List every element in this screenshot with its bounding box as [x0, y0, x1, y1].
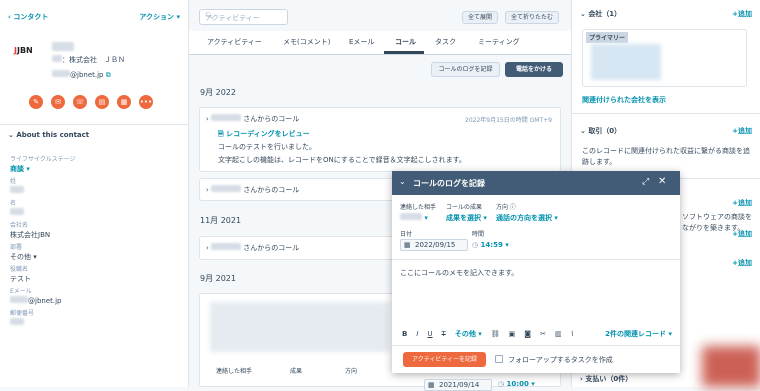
month-header: 9月 2021 — [200, 274, 236, 283]
tab-calls[interactable]: コール — [395, 37, 416, 47]
followup-checkbox[interactable] — [495, 355, 503, 363]
outcome-select[interactable]: 成果を選択 ▾ — [446, 213, 487, 223]
about-contact-section[interactable]: ⌄ About this contact — [8, 131, 89, 139]
dialog-title: コールのログを記録 — [413, 179, 485, 188]
rich-text-toolbar: B I U T その他 ▾ ⛓ ▣ ◙ ✂ ▥ ⌇ 2件の関連レコード ▾ — [402, 329, 672, 339]
add-link[interactable]: +追加 — [732, 198, 752, 208]
tab-activity[interactable]: アクティビティー — [207, 37, 262, 47]
direction-label: 方向 ⓘ — [496, 204, 516, 211]
company-logo: JJBN — [14, 46, 33, 55]
call-card[interactable]: › さんからのコール 2022年9月15日の時間 GMT+9 🗎 レコーディング… — [199, 107, 561, 172]
back-to-contacts-link[interactable]: ‹ コンタクト — [8, 12, 48, 22]
log-call-dialog: ⌄ コールのログを記録 ⤢ ✕ 連絡した相手 ▾ コールの成果 成果を選択 ▾ … — [392, 171, 680, 373]
contact-properties: ライフサイクルステージ 商談 ▾ 姓 名 会社名 株式会社JBN 部署 その他 ▾ 役… — [10, 155, 180, 331]
search-icon: 🔍︎ — [205, 12, 214, 20]
tab-notes[interactable]: メモ(コメント) — [283, 37, 330, 47]
month-header: 11月 2021 — [200, 216, 242, 225]
underline-icon[interactable]: U — [427, 330, 432, 338]
more-formatting-dropdown[interactable]: その他 ▾ — [455, 329, 482, 339]
followup-label: フォローアップするタスクを作成 — [508, 356, 613, 364]
direction-select[interactable]: 通話の方向を選択 ▾ — [496, 213, 558, 223]
add-link[interactable]: +追加 — [732, 258, 752, 268]
attach-icon[interactable]: ⌇ — [571, 330, 574, 338]
close-icon[interactable]: ✕ — [658, 176, 666, 187]
add-company-link[interactable]: +追加 — [732, 9, 752, 19]
company-section[interactable]: ⌄ 会社（1） — [580, 9, 752, 19]
prop-department[interactable]: 部署 その他 ▾ — [10, 243, 180, 265]
note-icon[interactable]: ✎ — [29, 95, 43, 109]
expand-all-button[interactable]: 全て展開 — [462, 11, 499, 24]
activity-tabs: アクティビティー メモ(コメント) Eメール コール タスク ミーティング — [189, 31, 571, 55]
prop-jobtitle[interactable]: 役職名 テスト — [10, 265, 180, 287]
image-icon[interactable]: ▣ — [509, 330, 516, 338]
bold-icon[interactable]: B — [402, 330, 407, 338]
italic-icon[interactable]: I — [416, 330, 418, 338]
contact-company: ：株式会社 ＪＢＮ — [52, 55, 125, 65]
chat-widget[interactable] — [702, 346, 760, 387]
company-card[interactable]: プライマリー — [582, 29, 747, 87]
month-header: 9月 2022 — [200, 88, 236, 97]
contact-select[interactable]: ▾ — [400, 213, 428, 222]
more-icon[interactable]: ••• — [139, 95, 153, 109]
bottom-date-field[interactable]: ▦ 2021/09/14 — [424, 379, 492, 391]
date-field[interactable]: ▦ 2022/09/15 — [400, 239, 468, 251]
prop-lastname[interactable]: 姓 — [10, 177, 180, 199]
review-recording-link[interactable]: 🗎 レコーディングをレビュー — [218, 129, 310, 141]
contact-email[interactable]: @jbnet.jp ⧉ — [52, 70, 111, 80]
log-call-button[interactable]: コールのログを記録 — [431, 62, 500, 77]
prop-email[interactable]: Eメール @jbnet.jp — [10, 287, 180, 309]
link-icon[interactable]: ⛓ — [491, 330, 500, 338]
snippet-icon[interactable]: ✂ — [540, 330, 546, 338]
contact-name-blurred — [52, 42, 74, 51]
meeting-icon[interactable]: ▦ — [117, 95, 131, 109]
time-select[interactable]: ◷ 14:59 ▾ — [472, 241, 509, 249]
contact-sidebar: ‹ コンタクト アクション ▾ JJBN ：株式会社 ＪＢＮ @jbnet.jp… — [0, 0, 189, 387]
calendar-icon: ▦ — [404, 241, 411, 249]
collapse-all-button[interactable]: 全て折りたたむ — [505, 11, 560, 24]
table-icon[interactable]: ▥ — [555, 330, 562, 338]
video-icon[interactable]: ◙ — [524, 330, 531, 338]
collapse-chevron-icon[interactable]: ⌄ — [399, 177, 406, 186]
actions-dropdown[interactable]: アクション ▾ — [139, 12, 180, 22]
prop-lifecycle[interactable]: ライフサイクルステージ 商談 ▾ — [10, 155, 180, 177]
associations-dropdown[interactable]: 2件の関連レコード ▾ — [605, 329, 672, 339]
call-icon[interactable]: ☏ — [73, 95, 87, 109]
prop-firstname[interactable]: 名 — [10, 199, 180, 221]
expand-icon[interactable]: ⤢ — [642, 177, 649, 187]
task-icon[interactable]: ▤ — [95, 95, 109, 109]
prop-company[interactable]: 会社名 株式会社JBN — [10, 221, 180, 243]
email-icon[interactable]: ✉ — [51, 95, 65, 109]
activity-search-input[interactable]: アクティビティー 🔍︎ — [199, 9, 288, 25]
tab-email[interactable]: Eメール — [349, 37, 374, 47]
tab-meetings[interactable]: ミーティング — [478, 37, 520, 47]
deals-section[interactable]: ⌄ 取引（0） — [580, 126, 752, 136]
strike-icon[interactable]: T — [442, 330, 446, 338]
view-companies-link[interactable]: 関連付けられた会社を表示 — [582, 95, 666, 105]
prop-zip[interactable]: 郵便番号 — [10, 309, 180, 331]
add-deal-link[interactable]: +追加 — [732, 126, 752, 136]
add-link[interactable]: +追加 — [732, 229, 752, 239]
make-call-button[interactable]: 電話をかける — [505, 62, 563, 77]
tab-tasks[interactable]: タスク — [435, 37, 456, 47]
log-activity-button[interactable]: アクティビティーを記録 — [403, 352, 486, 367]
